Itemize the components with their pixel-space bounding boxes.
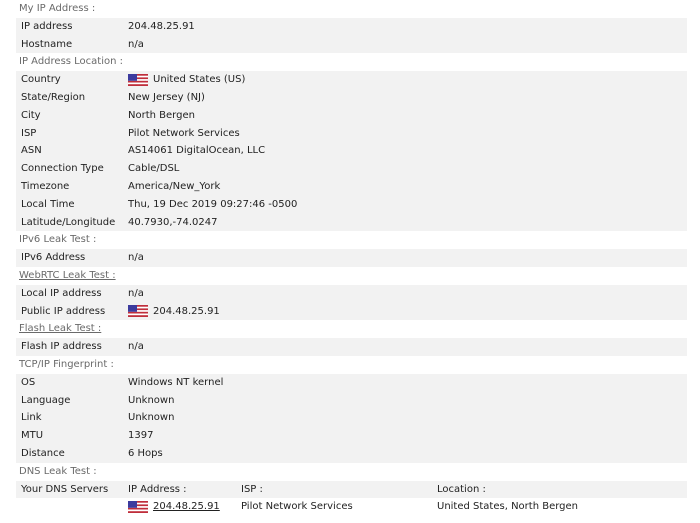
row-value: 1397: [128, 430, 154, 442]
row-value: 204.48.25.91: [128, 303, 687, 321]
row-label: Flash IP address: [21, 341, 102, 353]
row-value: n/a: [128, 341, 144, 353]
row-value: Thu, 19 Dec 2019 09:27:46 -0500: [128, 198, 298, 210]
section-location: IP Address Location :: [0, 53, 700, 72]
section-webrtc-link[interactable]: WebRTC Leak Test :: [0, 266, 700, 285]
row-label: OS: [21, 376, 36, 388]
section-my-ip: My IP Address :: [0, 0, 700, 18]
dns-header-ip: IP Address :: [128, 483, 187, 495]
row-language: Language Unknown: [16, 391, 687, 410]
row-value: North Bergen: [128, 109, 195, 121]
row-timezone: Timezone America/New_York: [16, 177, 687, 196]
row-label: Link: [21, 412, 42, 424]
row-label: Local Time: [21, 198, 75, 210]
row-label: Connection Type: [21, 163, 104, 175]
section-flash-link[interactable]: Flash Leak Test :: [0, 320, 700, 339]
row-value: n/a: [128, 38, 144, 50]
row-label: Public IP address: [21, 305, 106, 317]
row-lat-long: Latitude/Longitude 40.7930,-74.0247: [16, 213, 687, 232]
row-label: City: [21, 109, 41, 121]
row-ip-address: IP address 204.48.25.91: [16, 17, 687, 36]
row-asn: ASN AS14061 DigitalOcean, LLC: [16, 142, 687, 161]
row-hostname: Hostname n/a: [16, 35, 687, 54]
dns-header-isp: ISP :: [241, 483, 263, 495]
row-value: Pilot Network Services: [128, 127, 240, 139]
row-mtu: MTU 1397: [16, 427, 687, 445]
dns-location-cell: United States, North Bergen: [437, 501, 579, 513]
leak-test-report: My IP Address : IP address 204.48.25.91 …: [0, 0, 700, 517]
dns-isp-cell: Pilot Network Services: [241, 501, 353, 513]
public-ip-text: 204.48.25.91: [153, 305, 220, 317]
row-label: IPv6 Address: [21, 252, 86, 264]
row-ipv6-address: IPv6 Address n/a: [16, 249, 687, 267]
row-value: AS14061 DigitalOcean, LLC: [128, 145, 266, 157]
row-label: Hostname: [21, 38, 73, 50]
dns-ip-cell: 204.48.25.91: [128, 498, 241, 516]
row-local-time: Local Time Thu, 19 Dec 2019 09:27:46 -05…: [16, 195, 687, 214]
row-label: Latitude/Longitude: [21, 216, 116, 228]
section-tcp: TCP/IP Fingerprint :: [0, 355, 700, 374]
row-value: n/a: [128, 287, 144, 299]
dns-header-row: Your DNS Servers IP Address : ISP : Loca…: [16, 480, 687, 499]
row-value: United States (US): [128, 71, 687, 89]
row-flash-ip: Flash IP address n/a: [16, 338, 687, 356]
us-flag-icon: [128, 74, 148, 87]
section-dns: DNS Leak Test :: [0, 462, 700, 481]
dns-servers-label: Your DNS Servers: [21, 483, 109, 495]
row-value: Cable/DSL: [128, 163, 180, 175]
row-label: IP address: [21, 20, 73, 32]
row-link: Link Unknown: [16, 409, 687, 428]
row-label: Local IP address: [21, 287, 102, 299]
row-label: ASN: [21, 145, 42, 157]
row-value: 204.48.25.91: [128, 20, 195, 32]
row-value: New Jersey (NJ): [128, 91, 205, 103]
section-ipv6: IPv6 Leak Test :: [0, 231, 700, 250]
row-label: Timezone: [21, 180, 70, 192]
row-label: Country: [21, 74, 61, 86]
us-flag-icon: [128, 501, 148, 514]
dns-server-row: 204.48.25.91 Pilot Network Services Unit…: [16, 498, 687, 517]
row-distance: Distance 6 Hops: [16, 444, 687, 463]
row-local-ip: Local IP address n/a: [16, 284, 687, 303]
row-country: Country United States (US): [16, 71, 687, 89]
dns-headers: IP Address : ISP : Location :: [128, 481, 687, 499]
row-value: 40.7930,-74.0247: [128, 216, 218, 228]
row-label: MTU: [21, 430, 44, 442]
row-value: n/a: [128, 252, 144, 264]
row-label: Language: [21, 394, 71, 406]
dns-server-values: 204.48.25.91 Pilot Network Services Unit…: [128, 498, 687, 516]
row-public-ip: Public IP address 204.48.25.91: [16, 302, 687, 321]
row-value: Windows NT kernel: [128, 376, 224, 388]
row-connection-type: Connection Type Cable/DSL: [16, 160, 687, 178]
row-state: State/Region New Jersey (NJ): [16, 88, 687, 107]
row-label: ISP: [21, 127, 37, 139]
row-label-empty: [16, 498, 128, 516]
row-value: Unknown: [128, 412, 175, 424]
country-text: United States (US): [153, 74, 246, 86]
row-value: Unknown: [128, 394, 175, 406]
row-label: State/Region: [21, 91, 86, 103]
dns-header-location: Location :: [437, 483, 486, 495]
row-label: Distance: [21, 447, 65, 459]
row-value: America/New_York: [128, 180, 221, 192]
us-flag-icon: [128, 305, 148, 318]
row-city: City North Bergen: [16, 106, 687, 125]
row-os: OS Windows NT kernel: [16, 373, 687, 392]
row-value: 6 Hops: [128, 447, 163, 459]
row-isp: ISP Pilot Network Services: [16, 124, 687, 143]
dns-ip-link[interactable]: 204.48.25.91: [153, 498, 220, 516]
